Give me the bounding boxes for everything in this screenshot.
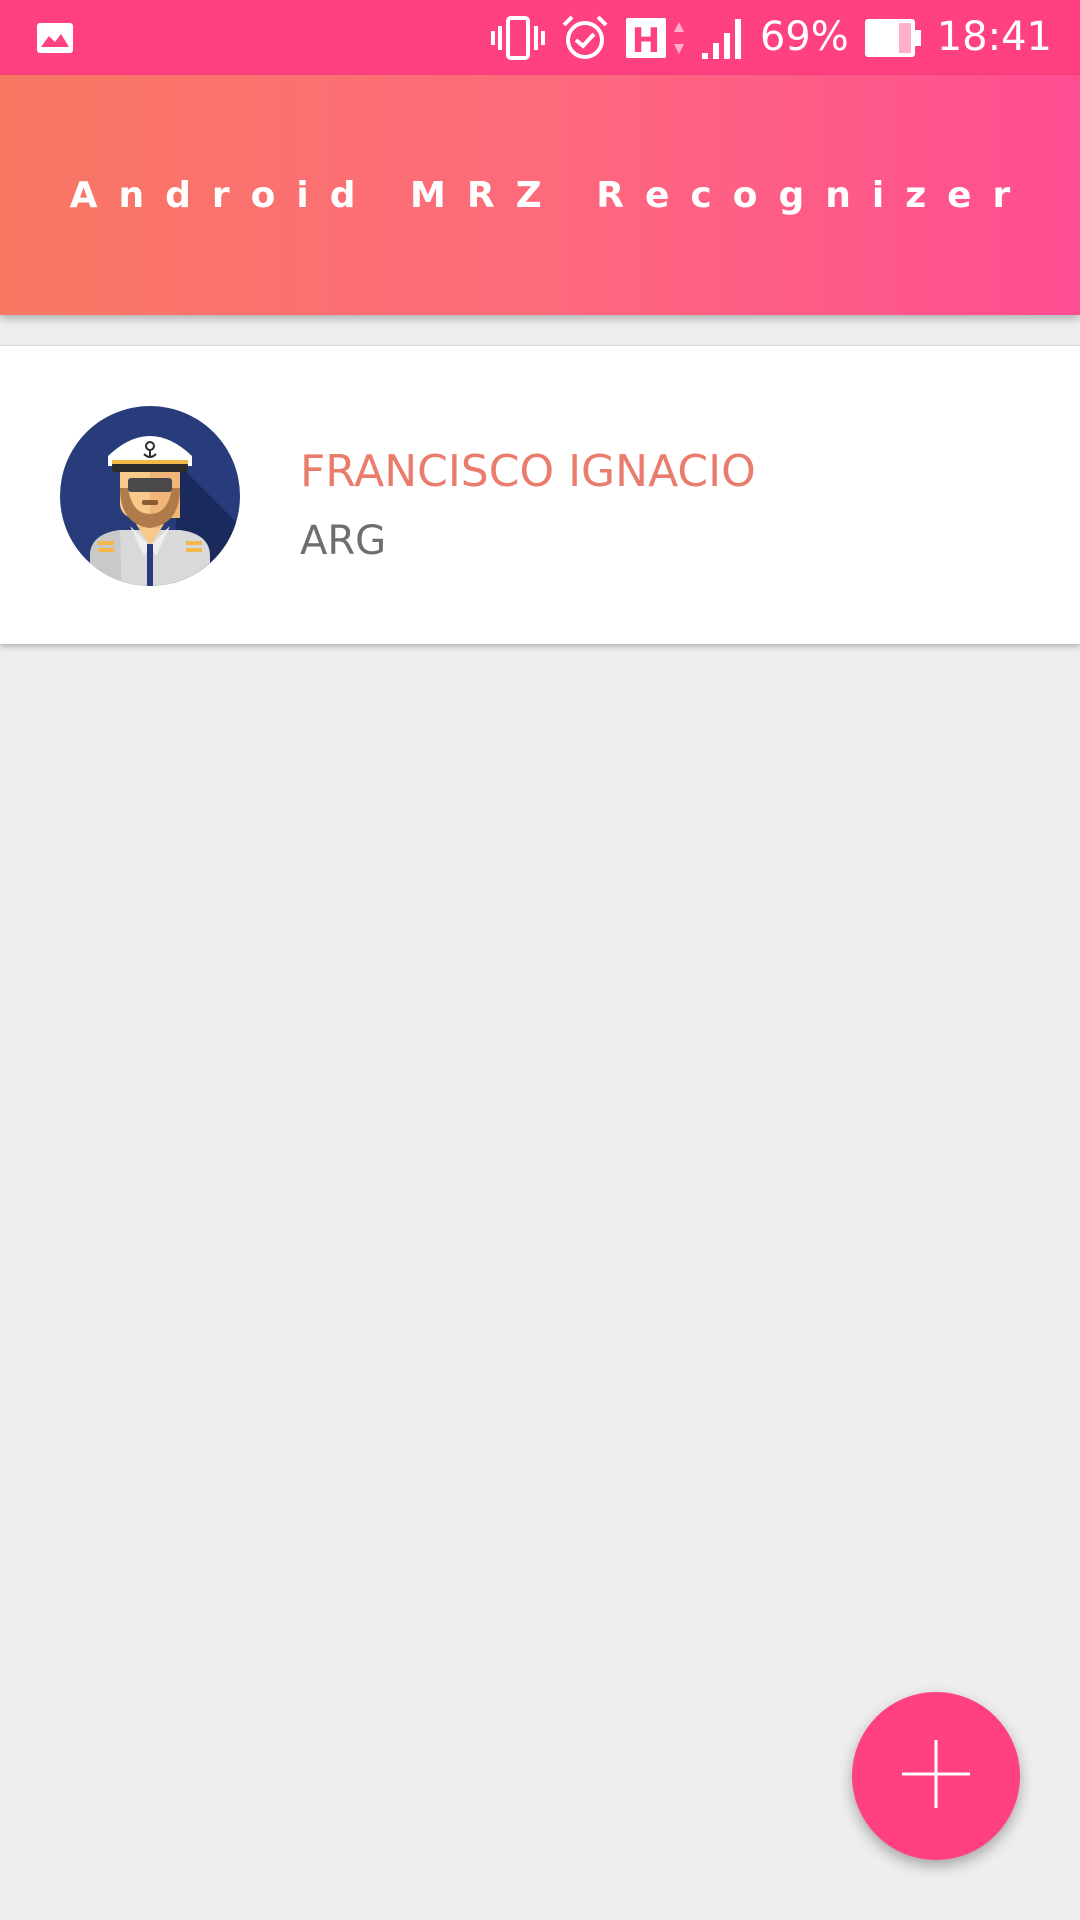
- app-title: Android MRZ Recognizer: [69, 174, 1032, 216]
- alarm-icon: [560, 13, 610, 63]
- image-icon: [36, 22, 74, 54]
- plus-icon: [900, 1738, 972, 1815]
- clock: 18:41: [936, 14, 1052, 60]
- status-icons: H 69% 18:41: [490, 0, 1052, 75]
- signal-icon: [700, 15, 746, 61]
- list-item[interactable]: FRANCISCO IGNACIO ARG: [0, 345, 1080, 644]
- svg-text:H: H: [632, 21, 660, 61]
- add-button[interactable]: [852, 1692, 1020, 1860]
- status-bar: H 69% 18:41: [0, 0, 1080, 75]
- person-country: ARG: [300, 518, 387, 564]
- battery-percent: 69%: [759, 14, 849, 60]
- person-name: FRANCISCO IGNACIO: [300, 446, 756, 497]
- battery-icon: [863, 17, 923, 59]
- captain-avatar-icon: [60, 406, 240, 586]
- network-type-icon: H: [624, 14, 686, 62]
- app-bar: Android MRZ Recognizer: [0, 75, 1080, 315]
- vibrate-icon: [490, 14, 546, 62]
